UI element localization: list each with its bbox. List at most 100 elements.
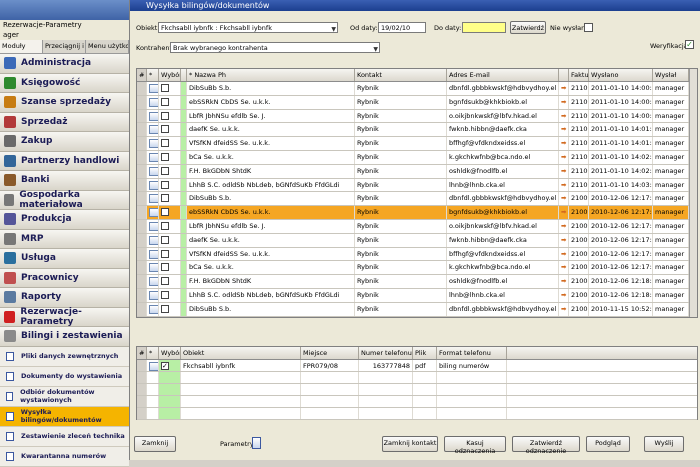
row-indicator[interactable] <box>137 408 147 419</box>
arrow-right-icon[interactable]: ➡ <box>559 192 569 206</box>
row-checkbox[interactable] <box>161 304 169 313</box>
submenu-item-0[interactable]: Pliki danych zewnętrznych <box>0 346 129 367</box>
menu-item-5[interactable]: Partnerzy handlowi <box>0 151 129 171</box>
row-indicator[interactable] <box>137 219 147 233</box>
arrow-right-icon[interactable]: ➡ <box>559 137 569 150</box>
menu-item-8[interactable]: Produkcja <box>0 210 129 230</box>
row-indicator[interactable] <box>137 164 147 178</box>
row-checkbox[interactable] <box>161 152 169 161</box>
row-checkbox[interactable] <box>161 221 169 230</box>
col-wyslal[interactable]: Wysłał <box>653 69 689 81</box>
col-email[interactable]: Adres E-mail <box>447 69 559 81</box>
od-daty-input[interactable]: 19/02/10 <box>378 22 426 33</box>
col-faktura[interactable]: Faktura <box>569 69 589 81</box>
table-row[interactable]: bCa Se. u.k.k. Rybnik k.gkchkwfnb@bca.ndo.… <box>137 261 697 276</box>
table-row[interactable]: daefK Se. u.k.k. Rybnik fwknb.hibbn@daefk.… <box>137 233 697 248</box>
row-indicator[interactable] <box>137 275 147 288</box>
kontrahent-select[interactable]: Brak wybranego kontrahenta ▼ <box>170 42 380 53</box>
table-row[interactable]: F.H. BkGDbN ShtdK Rybnik oshldk@fnodlfb.el… <box>137 275 697 289</box>
row-indicator[interactable] <box>137 95 147 109</box>
arrow-right-icon[interactable]: ➡ <box>559 247 569 261</box>
grid-scrollbar[interactable] <box>689 69 697 317</box>
tab-moduly[interactable]: Moduły <box>0 40 43 53</box>
menu-item-9[interactable]: MRP <box>0 229 129 249</box>
menu-item-12[interactable]: Raporty <box>0 288 129 308</box>
col-hash[interactable]: # <box>137 69 147 81</box>
table-row[interactable]: LbfR JbhNSu efdlb Se. J. Rybnik o.oikjbnkw… <box>137 219 697 234</box>
row-indicator[interactable] <box>137 150 147 164</box>
submenu-item-2[interactable]: Odbiór dokumentów wystawionych <box>0 386 129 407</box>
table-row[interactable]: DibSuBb S.b. Rybnik dbnfdl.gbbbkwskf@hdbvy… <box>137 192 697 207</box>
submenu-item-3[interactable]: Wysyłka bilingów/dokumentów <box>0 406 129 427</box>
row-indicator[interactable] <box>137 288 147 302</box>
row-indicator[interactable] <box>137 178 147 192</box>
arrow-right-icon[interactable]: ➡ <box>559 261 569 275</box>
submenu-item-4[interactable]: Zestawienie zleceń technika <box>0 426 129 447</box>
table-row[interactable]: VfSfKN dfeidSS Se. u.k.k. Rybnik bffhgf@vf… <box>137 137 697 151</box>
menu-item-7[interactable]: Gospodarka materiałowa <box>0 190 129 210</box>
row-checkbox[interactable] <box>161 194 169 203</box>
parametry-icon[interactable] <box>252 437 261 449</box>
table-row[interactable]: ✓ Fkchsabll iybnfk FPR079/08 163777848 pdf bi… <box>137 360 697 372</box>
table-row[interactable]: LhhB S.C. odldSb NbLdeb, bGNfdSuKb FfdGL… <box>137 288 697 303</box>
table-row[interactable]: LhhB S.C. odldSb NbLdeb, bGNfdSuKb FfdGL… <box>137 178 697 193</box>
zatwierdz-button[interactable]: Zatwierdź <box>510 21 546 34</box>
row-checkbox[interactable] <box>161 235 169 244</box>
arrow-right-icon[interactable]: ➡ <box>559 288 569 302</box>
row-indicator[interactable] <box>137 137 147 150</box>
arrow-right-icon[interactable]: ➡ <box>559 164 569 178</box>
arrow-right-icon[interactable]: ➡ <box>559 233 569 247</box>
table-row[interactable]: ebSSRkN CbDS Se. u.k.k. Rybnik bgnfdsukb@k… <box>137 95 697 110</box>
wyslij-button[interactable]: Wyślij <box>644 436 684 452</box>
row-indicator[interactable] <box>137 261 147 275</box>
arrow-right-icon[interactable]: ➡ <box>559 302 569 316</box>
menu-item-4[interactable]: Zakup <box>0 132 129 152</box>
table-row[interactable]: DibSuBb S.b. Rybnik dbnfdl.gbbbkwskf@hdbvy… <box>137 82 697 96</box>
table-row[interactable] <box>137 408 697 420</box>
menu-item-3[interactable]: Sprzedaż <box>0 112 129 132</box>
menu-item-13[interactable]: Rezerwacje-Parametry <box>0 307 129 327</box>
table-row[interactable]: LbfR JbhNSu efdlb Se. J. Rybnik o.oikjbnkw… <box>137 109 697 124</box>
arrow-right-icon[interactable]: ➡ <box>559 275 569 288</box>
col2-star[interactable]: * <box>147 347 159 359</box>
weryfikacja-checkbox[interactable]: ✓ <box>685 40 694 49</box>
arrow-right-icon[interactable]: ➡ <box>559 95 569 109</box>
arrow-right-icon[interactable]: ➡ <box>559 109 569 123</box>
row-checkbox[interactable] <box>161 263 169 272</box>
row-indicator[interactable] <box>137 384 147 395</box>
col2-plik[interactable]: Plik <box>413 347 437 359</box>
row-indicator[interactable] <box>137 396 147 407</box>
col2-wybor[interactable]: Wybór <box>159 347 181 359</box>
tab-przeciagnij[interactable]: Przeciągnij i skojarz <box>43 40 86 53</box>
tab-menu-uzytkownika[interactable]: Menu użytkownika <box>86 40 129 53</box>
row-checkbox[interactable] <box>161 277 169 286</box>
zamknij-button[interactable]: Zamknij <box>134 436 176 452</box>
menu-item-11[interactable]: Pracownicy <box>0 268 129 288</box>
col2-obiekt[interactable]: Obiekt <box>181 347 301 359</box>
kasuj-odznaczenia-button[interactable]: Kasuj odznaczenia <box>444 436 506 455</box>
table-row[interactable]: bCa Se. u.k.k. Rybnik k.gkchkwfnb@bca.ndo.… <box>137 150 697 165</box>
arrow-right-icon[interactable]: ➡ <box>559 150 569 164</box>
col-nazwa[interactable]: * Nazwa Ph <box>187 69 355 81</box>
row-indicator[interactable] <box>137 82 147 95</box>
row-checkbox[interactable] <box>161 180 169 189</box>
submenu-item-5[interactable]: Kwarantanna numerów <box>0 446 129 467</box>
col-wybor[interactable]: Wybór <box>159 69 181 81</box>
menu-item-6[interactable]: Banki <box>0 171 129 191</box>
submenu-item-1[interactable]: Dokumenty do wystawienia <box>0 366 129 387</box>
table-row[interactable]: F.H. BkGDbN ShtdK Rybnik oshldk@fnodlfb.el… <box>137 164 697 179</box>
table-row[interactable] <box>137 396 697 408</box>
col2-miejsce[interactable]: Miejsce <box>301 347 359 359</box>
row-checkbox[interactable] <box>161 208 169 217</box>
arrow-right-icon[interactable]: ➡ <box>559 178 569 192</box>
table-row[interactable] <box>137 384 697 396</box>
col2-hash[interactable]: # <box>137 347 147 359</box>
row-indicator[interactable] <box>137 192 147 206</box>
do-daty-input[interactable] <box>462 22 506 33</box>
row-checkbox[interactable] <box>161 125 169 134</box>
row-indicator[interactable] <box>137 109 147 123</box>
row-indicator[interactable] <box>137 372 147 383</box>
menu-item-1[interactable]: Księgowość <box>0 73 129 93</box>
table-row[interactable]: VfSfKN dfeidSS Se. u.k.k. Rybnik bffhgf@vf… <box>137 247 697 262</box>
menu-item-14[interactable]: Bilingi i zestawienia <box>0 327 129 347</box>
